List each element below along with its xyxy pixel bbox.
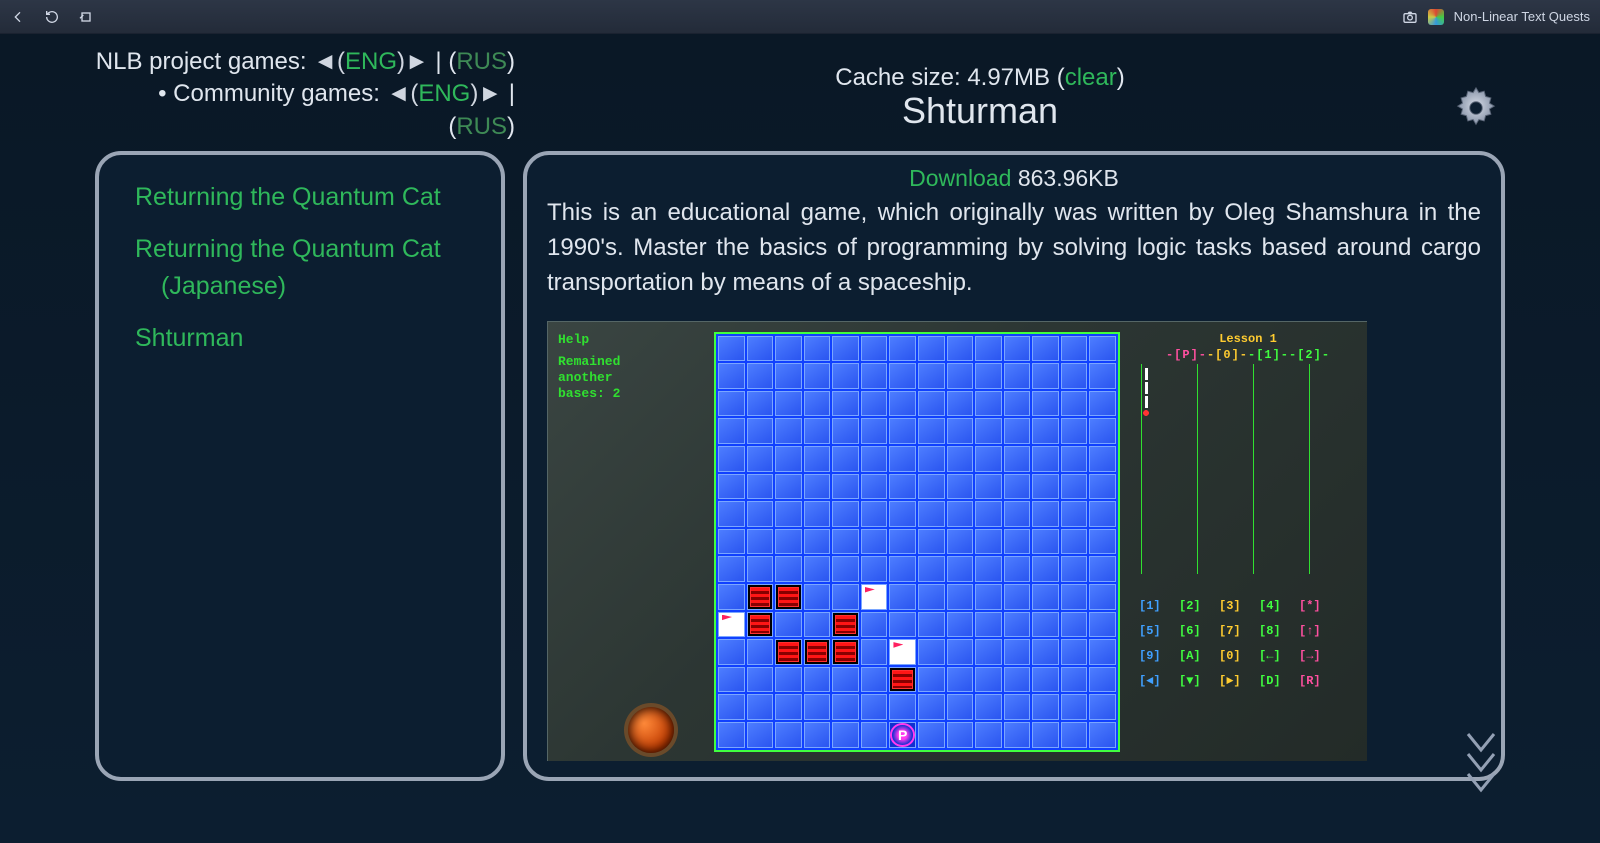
app-title: Non-Linear Text Quests (1454, 9, 1590, 24)
next-lang-icon[interactable]: )► (397, 48, 429, 75)
hud-line: another (558, 370, 708, 386)
nlb-rus-link[interactable]: RUS (456, 48, 507, 75)
download-size: 863.96KB (1011, 165, 1118, 191)
back-button[interactable] (10, 9, 26, 25)
preview-orb-icon (628, 707, 674, 753)
preview-hud: Help Remained another bases: 2 (558, 332, 708, 403)
sep-close: ) (507, 48, 515, 75)
col-2: -[2]- (1289, 348, 1330, 362)
hud-line: bases: 2 (558, 386, 708, 402)
nlb-eng-link[interactable]: ENG (345, 48, 397, 75)
cache-size: 4.97MB (967, 64, 1050, 91)
window-toggle-button[interactable] (78, 9, 94, 25)
game-list-item[interactable]: Returning the Quantum Cat (125, 173, 501, 225)
sep-close: ) (507, 113, 515, 140)
cache-status: Cache size: 4.97MB (clear) (515, 64, 1445, 92)
col-o: -[0]- (1207, 348, 1248, 362)
bullet-icon: • (158, 80, 173, 107)
game-list-panel: Returning the Quantum Cat Returning the … (95, 151, 505, 781)
hud-help: Help (558, 332, 708, 348)
download-link[interactable]: Download (909, 165, 1011, 191)
collection-switcher: NLB project games: ◄(ENG)► | (RUS) • Com… (95, 46, 515, 143)
screenshot-button[interactable] (1402, 9, 1418, 25)
prev-lang-icon[interactable]: ◄( (387, 80, 419, 107)
community-rus-link[interactable]: RUS (456, 113, 507, 140)
scroll-down-button[interactable] (1464, 730, 1498, 815)
community-eng-link[interactable]: ENG (418, 80, 470, 107)
next-lang-icon[interactable]: )► (470, 80, 502, 107)
window-titlebar: Non-Linear Text Quests (0, 0, 1600, 34)
game-preview-image: Help Remained another bases: 2 Lesson 1 … (547, 321, 1367, 761)
community-label: Community games: (173, 80, 386, 107)
preview-lesson-panel: Lesson 1 -[P]--[0]--[1]--[2]- [1][2][3][… (1139, 332, 1357, 695)
hud-line: Remained (558, 354, 708, 370)
lesson-keypad: [1][2][3][4][*][5][6][7][8][↑][9][A][0][… (1139, 594, 1357, 695)
game-detail-panel: Download 863.96KB This is an educational… (523, 151, 1505, 781)
settings-button[interactable] (1452, 84, 1500, 137)
col-p: -[P]- (1166, 348, 1207, 362)
game-title: Shturman (515, 90, 1445, 132)
cache-open: ( (1050, 64, 1065, 91)
clear-cache-link[interactable]: clear (1065, 64, 1117, 91)
game-description: This is an educational game, which origi… (547, 196, 1481, 300)
page-body: NLB project games: ◄(ENG)► | (RUS) • Com… (0, 34, 1600, 843)
col-1: -[1]- (1248, 348, 1289, 362)
cache-close: ) (1117, 64, 1125, 91)
cache-prefix: Cache size: (835, 64, 967, 91)
nlb-label: NLB project games: (96, 48, 313, 75)
reload-button[interactable] (44, 9, 60, 25)
lesson-program-area (1139, 364, 1357, 574)
game-list-item[interactable]: Returning the Quantum Cat (Japanese) (125, 225, 501, 314)
app-logo-icon (1428, 9, 1444, 25)
lesson-columns: -[P]--[0]--[1]--[2]- (1139, 348, 1357, 362)
sep: | ( (435, 48, 456, 75)
page-header: NLB project games: ◄(ENG)► | (RUS) • Com… (95, 46, 1505, 143)
prev-lang-icon[interactable]: ◄( (313, 48, 345, 75)
preview-grid (714, 332, 1120, 752)
game-list-item[interactable]: Shturman (125, 314, 501, 366)
lesson-title: Lesson 1 (1139, 332, 1357, 346)
